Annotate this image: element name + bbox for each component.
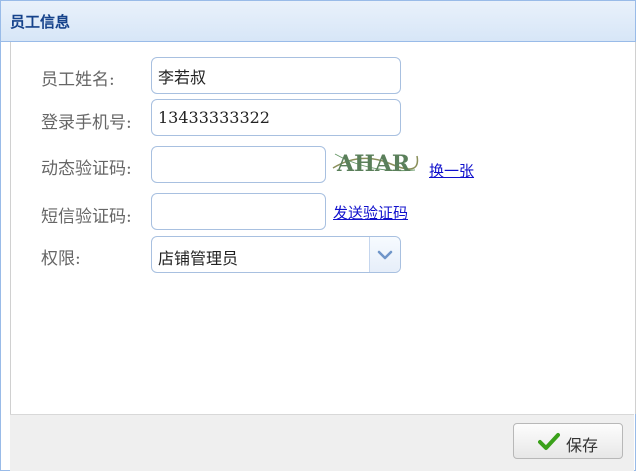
send-code-link[interactable]: 发送验证码 <box>333 202 408 223</box>
captcha-input[interactable] <box>151 146 326 183</box>
save-button[interactable]: 保存 <box>513 423 623 459</box>
employee-info-window: 员工信息 员工姓名: 登录手机号: 动态验证码: AHAR 换一张 短信验证码:… <box>0 0 636 471</box>
window-footer: 保存 <box>10 414 634 471</box>
login-phone-label: 登录手机号: <box>41 113 132 133</box>
window-title: 员工信息 <box>10 13 71 31</box>
refresh-captcha-link[interactable]: 换一张 <box>429 160 474 181</box>
employee-name-input[interactable] <box>151 57 401 94</box>
window-titlebar: 员工信息 <box>1 1 635 42</box>
role-label: 权限: <box>41 249 81 269</box>
captcha-label: 动态验证码: <box>41 159 132 179</box>
role-selected-value: 店铺管理员 <box>158 249 239 268</box>
chevron-down-icon <box>377 250 393 260</box>
role-select[interactable]: 店铺管理员 <box>151 236 401 273</box>
captcha-image: AHAR <box>331 146 419 178</box>
employee-name-label: 员工姓名: <box>41 70 115 90</box>
captcha-text: AHAR <box>336 151 411 177</box>
sms-code-label: 短信验证码: <box>41 207 132 227</box>
sms-code-input[interactable] <box>151 193 326 230</box>
check-icon <box>538 433 560 450</box>
login-phone-input[interactable] <box>151 99 401 136</box>
role-dropdown-button[interactable] <box>369 237 400 272</box>
save-button-label: 保存 <box>566 436 599 455</box>
